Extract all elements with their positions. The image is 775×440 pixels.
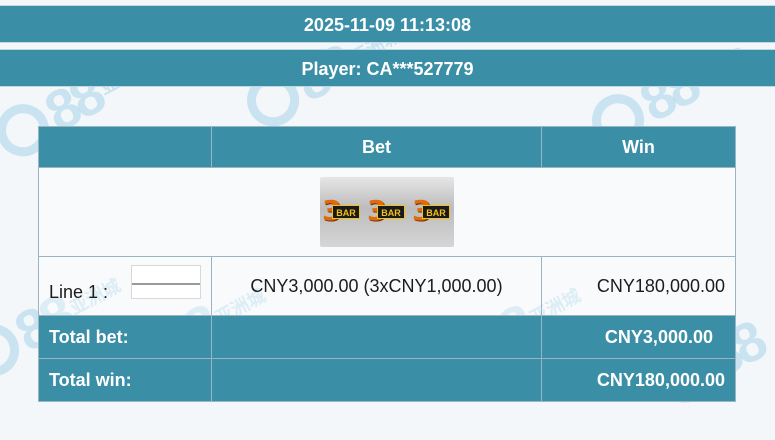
3bar-icon: 3 BAR bbox=[322, 196, 362, 226]
line-win-amount: CNY180,000.00 bbox=[541, 256, 736, 316]
line-label-cell: Line 1 : bbox=[38, 256, 212, 316]
column-header-bet: Bet bbox=[211, 126, 542, 168]
symbols-row: 3 BAR 3 BAR 3 BAR bbox=[38, 167, 736, 257]
total-win-value: CNY180,000.00 bbox=[541, 358, 736, 402]
bet-table: Bet Win 3 BAR 3 BAR 3 BAR bbox=[38, 126, 736, 402]
total-win-spacer bbox=[211, 358, 542, 402]
3bar-icon: 3 BAR bbox=[367, 196, 407, 226]
player-id: Player: CA***527779 bbox=[0, 49, 775, 87]
table-header-row: Bet Win bbox=[38, 126, 736, 168]
column-header-blank bbox=[38, 126, 212, 168]
total-bet-value: CNY3,000.00 bbox=[541, 315, 736, 359]
total-bet-row: Total bet: CNY3,000.00 bbox=[38, 315, 736, 359]
reel-result-image: 3 BAR 3 BAR 3 BAR bbox=[320, 177, 454, 247]
total-win-row: Total win: CNY180,000.00 bbox=[38, 358, 736, 402]
3bar-icon: 3 BAR bbox=[412, 196, 452, 226]
round-datetime: 2025-11-09 11:13:08 bbox=[0, 5, 775, 43]
symbols-cell: 3 BAR 3 BAR 3 BAR bbox=[38, 167, 736, 257]
bet-detail-page: 88亚洲城 88亚洲城 88亚洲城 88亚洲城 88亚洲城 88亚洲城 88 2… bbox=[0, 0, 775, 440]
payline-indicator-icon bbox=[131, 265, 201, 299]
total-bet-spacer bbox=[211, 315, 542, 359]
column-header-win: Win bbox=[541, 126, 736, 168]
table-row: Line 1 : CNY3,000.00 (3xCNY1,000.00) CNY… bbox=[38, 256, 736, 316]
total-win-label: Total win: bbox=[38, 358, 212, 402]
line-label: Line 1 : bbox=[49, 282, 109, 302]
line-bet-amount: CNY3,000.00 (3xCNY1,000.00) bbox=[211, 256, 542, 316]
watermark-circle-icon bbox=[0, 314, 28, 385]
total-bet-label: Total bet: bbox=[38, 315, 212, 359]
